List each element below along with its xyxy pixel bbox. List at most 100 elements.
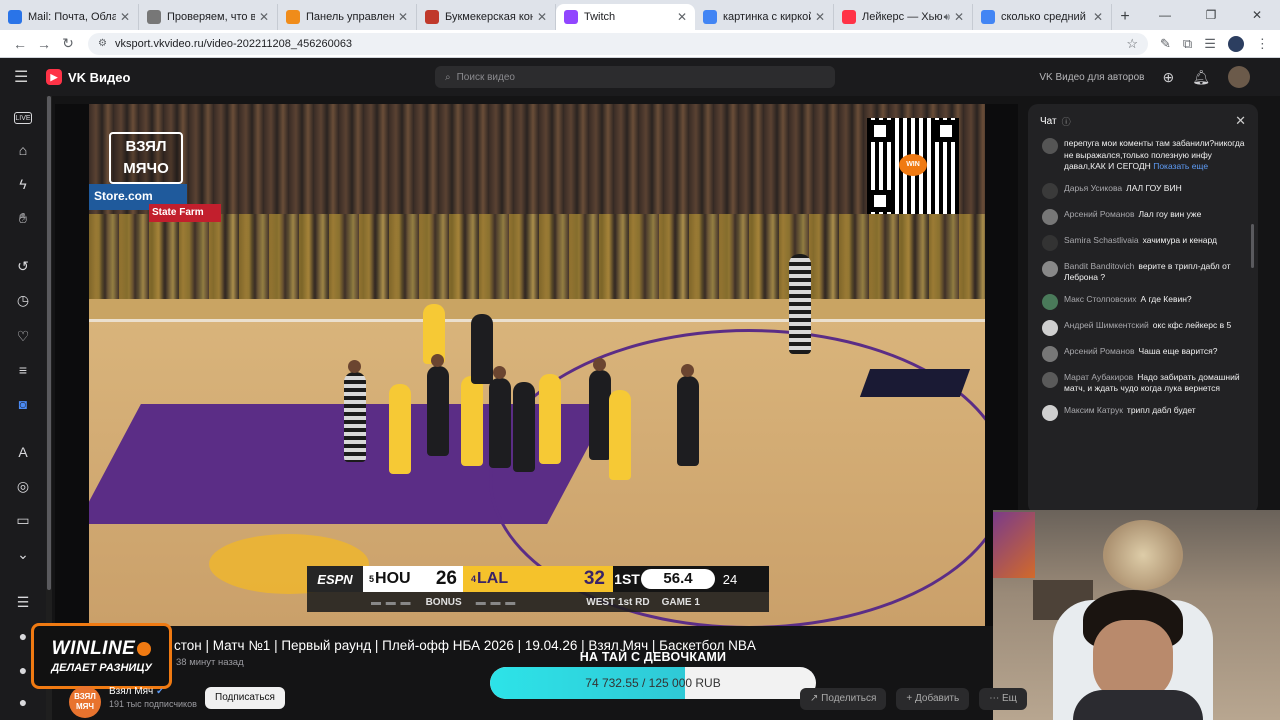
- upload-icon[interactable]: ⊕: [1162, 69, 1174, 86]
- chat-author[interactable]: Арсений Романов: [1064, 209, 1134, 219]
- chat-message: Bandit Banditovich верите в трипл-дабл от…: [1042, 260, 1248, 284]
- chat-scrollbar[interactable]: [1251, 224, 1254, 268]
- minimize-button[interactable]: —: [1142, 8, 1188, 22]
- browser-tab[interactable]: сколько средний рост в ✕: [973, 4, 1112, 30]
- chat-avatar[interactable]: [1042, 234, 1058, 251]
- close-chat-icon[interactable]: ✕: [1235, 113, 1246, 129]
- chat-author[interactable]: Марат Аубакиров: [1064, 372, 1133, 382]
- new-tab-button[interactable]: +: [1112, 4, 1138, 30]
- channel-icon[interactable]: ◙: [11, 396, 35, 416]
- chat-avatar[interactable]: [1042, 345, 1058, 362]
- close-tab-icon[interactable]: ✕: [120, 10, 130, 24]
- subscriber-count: 191 тыс подписчиков: [109, 699, 197, 709]
- history-icon[interactable]: ↺: [11, 258, 35, 278]
- live-icon[interactable]: LIVE: [14, 112, 32, 124]
- close-window-button[interactable]: ✕: [1234, 8, 1280, 22]
- chat-author[interactable]: Арсений Романов: [1064, 346, 1134, 356]
- pen-icon[interactable]: ✎: [1160, 36, 1171, 52]
- video-player[interactable]: Store.com State Farm ВЗЯЛ МЯЧО WIN ESPN …: [55, 104, 1018, 626]
- chat-author[interactable]: Макс Столповских: [1064, 294, 1136, 304]
- more-button[interactable]: ⋯ Ещ: [979, 688, 1027, 710]
- sponsor-slogan: ДЕЛАЕТ РАЗНИЦУ: [51, 662, 152, 674]
- browser-tab[interactable]: Панель управления - Do ✕: [278, 4, 417, 30]
- user-avatar[interactable]: [1228, 66, 1250, 88]
- back-button[interactable]: ←: [8, 36, 32, 52]
- subscriptions-icon[interactable]: ☰: [11, 594, 35, 614]
- vk-video-logo[interactable]: ▶ VK Видео: [46, 69, 130, 85]
- browser-tab[interactable]: Twitch ✕: [556, 4, 695, 30]
- close-tab-icon[interactable]: ✕: [1093, 10, 1103, 24]
- close-tab-icon[interactable]: ✕: [537, 10, 547, 24]
- chat-avatar[interactable]: [1042, 319, 1058, 336]
- share-button[interactable]: ↗ Поделиться: [800, 688, 887, 710]
- show-more-link[interactable]: Показать еще: [1153, 161, 1208, 171]
- site-info-icon[interactable]: ⚙: [98, 38, 107, 49]
- profile-avatar[interactable]: [1227, 35, 1244, 52]
- gamepad-icon[interactable]: ◎: [11, 478, 35, 498]
- chat-avatar[interactable]: [1042, 138, 1058, 154]
- channel-name-row[interactable]: Взял Мяч ✔: [109, 686, 164, 697]
- chat-messages[interactable]: перепуга мои коменты там забанили?никогд…: [1028, 138, 1258, 421]
- chat-author[interactable]: Максим Катрук: [1064, 405, 1123, 415]
- clock-icon[interactable]: ◷: [11, 292, 35, 312]
- heart-icon[interactable]: ♡: [11, 328, 35, 348]
- bookmark-star-icon[interactable]: ☆: [1126, 36, 1138, 52]
- translate-icon[interactable]: A: [11, 444, 35, 464]
- search-input[interactable]: ⌕ Поиск видео: [435, 66, 835, 88]
- tab-audio-icon[interactable]: 🔊︎: [944, 12, 950, 23]
- browser-tab[interactable]: Букмекерская контора Б ✕: [417, 4, 556, 30]
- menu-icon[interactable]: ☰: [14, 67, 34, 87]
- video-frame[interactable]: Store.com State Farm ВЗЯЛ МЯЧО WIN ESPN …: [89, 104, 985, 626]
- qr-corner: [935, 120, 957, 142]
- browser-tab[interactable]: Mail: Почта, Облако, Кал ✕: [0, 4, 139, 30]
- chat-avatar[interactable]: [1042, 404, 1058, 421]
- quarter: 1ST: [614, 571, 640, 587]
- subscription-avatar-3[interactable]: ●: [11, 694, 35, 714]
- home-icon[interactable]: ⌂: [11, 142, 35, 162]
- add-button[interactable]: + Добавить: [896, 688, 970, 710]
- video-actions: ↗ Поделиться + Добавить ⋯ Ещ: [800, 688, 1027, 710]
- forward-button[interactable]: →: [32, 36, 56, 52]
- browser-tab[interactable]: картинка с киркой и алм ✕: [695, 4, 834, 30]
- close-tab-icon[interactable]: ✕: [815, 10, 825, 24]
- extensions-icon[interactable]: ⧉: [1183, 36, 1192, 52]
- browser-tab[interactable]: Лейкерс — Хьюстон🔊︎ ✕: [834, 4, 973, 30]
- chat-message-body: Марат Аубакиров Надо забирать домашний ма…: [1064, 372, 1248, 395]
- hand-icon[interactable]: ✋︎: [11, 210, 35, 230]
- chat-author[interactable]: Дарья Усикова: [1064, 183, 1122, 193]
- chat-avatar[interactable]: [1042, 371, 1058, 388]
- channel-name[interactable]: Взял Мяч: [109, 686, 153, 697]
- for-authors-link[interactable]: VK Видео для авторов: [1039, 72, 1144, 83]
- restore-button[interactable]: ❐: [1188, 8, 1234, 22]
- close-tab-icon[interactable]: ✕: [954, 10, 964, 24]
- browser-menu-icon[interactable]: ⋮: [1256, 36, 1269, 52]
- sidebar-scroll-thumb[interactable]: [47, 96, 51, 590]
- chat-author[interactable]: Андрей Шимкентский: [1064, 320, 1149, 330]
- channel-avatar[interactable]: ВЗЯЛ МЯЧ: [69, 686, 101, 718]
- tab-favicon-icon: [564, 10, 578, 24]
- chat-message: Максим Катрук трипл дабл будет: [1042, 404, 1248, 421]
- close-tab-icon[interactable]: ✕: [259, 10, 269, 24]
- chat-author[interactable]: Samira Schastlivaia: [1064, 235, 1139, 245]
- chat-avatar[interactable]: [1042, 260, 1058, 277]
- chevron-down-icon[interactable]: ⌄: [11, 546, 35, 566]
- home-score: 32: [583, 568, 605, 589]
- chat-author[interactable]: Bandit Banditovich: [1064, 261, 1134, 271]
- reading-list-icon[interactable]: ☰: [1204, 36, 1216, 52]
- close-tab-icon[interactable]: ✕: [677, 10, 687, 24]
- playlist-add-icon[interactable]: ≡: [11, 362, 35, 382]
- tab-favicon-icon: [703, 10, 717, 24]
- close-tab-icon[interactable]: ✕: [398, 10, 408, 24]
- chat-avatar[interactable]: [1042, 208, 1058, 225]
- reload-button[interactable]: ↻: [56, 35, 80, 52]
- browser-tab[interactable]: Проверяем, что вы не р ✕: [139, 4, 278, 30]
- search-icon: ⌕: [445, 71, 451, 83]
- bell-icon[interactable]: 🔔︎: [1192, 69, 1210, 86]
- info-icon[interactable]: ⓘ: [1062, 115, 1071, 128]
- tv-icon[interactable]: ▭: [11, 512, 35, 532]
- url-field[interactable]: ⚙ vksport.vkvideo.ru/video-202211208_456…: [88, 32, 1148, 55]
- lightning-icon[interactable]: ϟ: [11, 176, 35, 196]
- chat-avatar[interactable]: [1042, 293, 1058, 310]
- chat-avatar[interactable]: [1042, 182, 1058, 199]
- subscribe-button[interactable]: Подписаться: [205, 687, 285, 709]
